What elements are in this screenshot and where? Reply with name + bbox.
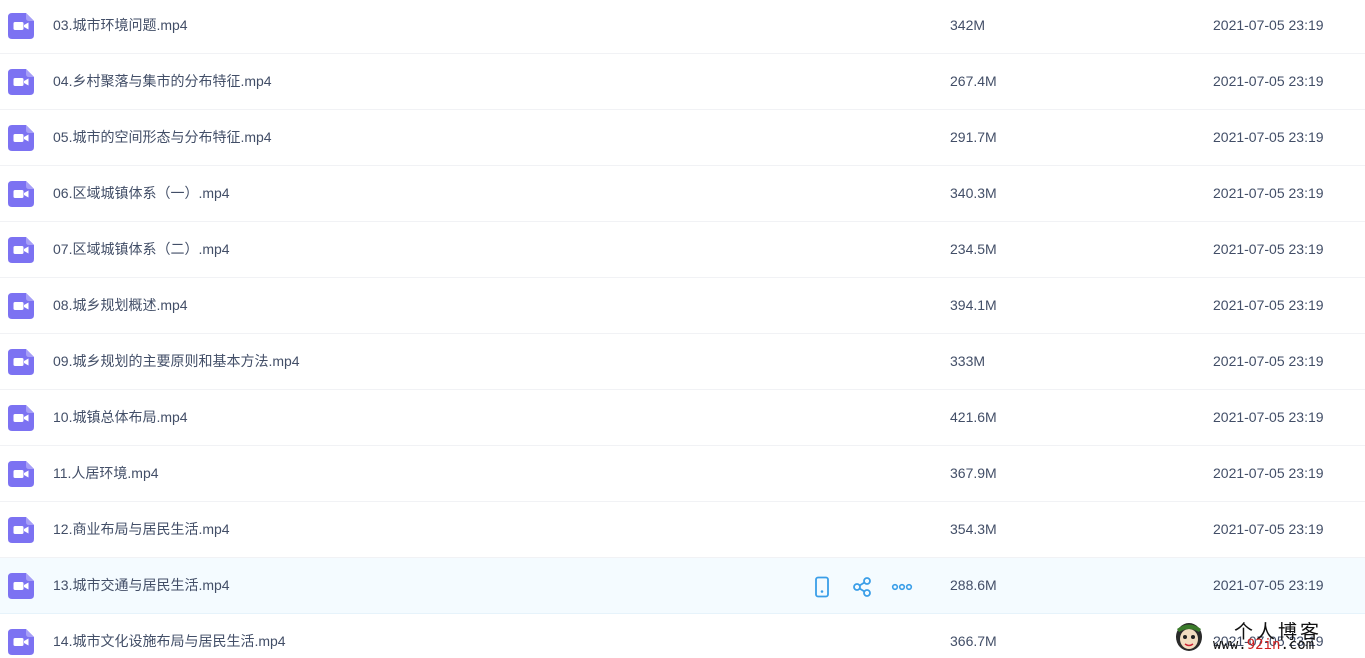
file-size: 333M — [950, 353, 986, 369]
file-modified-date: 2021-07-05 23:19 — [1213, 577, 1324, 593]
file-row[interactable]: 11.人居环境.mp4 367.9M 2021-07-05 23:19 — [0, 446, 1365, 502]
file-name-link[interactable]: 08.城乡规划概述.mp4 — [53, 295, 188, 315]
file-name-link[interactable]: 12.商业布局与居民生活.mp4 — [53, 519, 230, 539]
watermark-url-highlight: 92in — [1246, 637, 1281, 653]
file-name-link[interactable]: 11.人居环境.mp4 — [53, 463, 159, 483]
video-file-icon — [8, 629, 34, 655]
file-row[interactable]: 13.城市交通与居民生活.mp4 288.6M 2021-07-05 23:19 — [0, 558, 1365, 614]
file-size: 342M — [950, 17, 986, 33]
file-modified-date: 2021-07-05 23:19 — [1213, 409, 1324, 425]
file-size: 367.9M — [950, 465, 997, 481]
video-file-icon — [8, 69, 34, 95]
file-row[interactable]: 07.区域城镇体系（二）.mp4 234.5M 2021-07-05 23:19 — [0, 222, 1365, 278]
video-file-icon — [8, 349, 34, 375]
send-to-phone-button[interactable] — [811, 576, 833, 598]
video-file-icon — [8, 517, 34, 543]
watermark: 个人博客 www.92in.com — [1170, 616, 1360, 656]
file-name-link[interactable]: 14.城市文化设施布局与居民生活.mp4 — [53, 631, 286, 651]
file-size: 288.6M — [950, 577, 997, 593]
file-name-link[interactable]: 10.城镇总体布局.mp4 — [53, 407, 188, 427]
file-size: 394.1M — [950, 297, 997, 313]
file-modified-date: 2021-07-05 23:19 — [1213, 465, 1324, 481]
file-name-link[interactable]: 09.城乡规划的主要原则和基本方法.mp4 — [53, 351, 300, 371]
video-file-icon — [8, 573, 34, 599]
file-modified-date: 2021-07-05 23:19 — [1213, 353, 1324, 369]
file-list: 03.城市环境问题.mp4 342M 2021-07-05 23:19 04.乡村聚落… — [0, 0, 1365, 658]
file-size: 267.4M — [950, 73, 997, 89]
file-modified-date: 2021-07-05 23:19 — [1213, 185, 1324, 201]
file-name-link[interactable]: 03.城市环境问题.mp4 — [53, 15, 188, 35]
file-size: 340.3M — [950, 185, 997, 201]
video-file-icon — [8, 181, 34, 207]
file-row[interactable]: 09.城乡规划的主要原则和基本方法.mp4 333M 2021-07-05 23:1… — [0, 334, 1365, 390]
file-size: 366.7M — [950, 633, 997, 649]
file-row[interactable]: 14.城市文化设施布局与居民生活.mp4 366.7M 2021-07-05 23:… — [0, 614, 1365, 658]
more-icon — [891, 583, 913, 602]
file-name-link[interactable]: 04.乡村聚落与集市的分布特征.mp4 — [53, 71, 272, 91]
file-row[interactable]: 05.城市的空间形态与分布特征.mp4 291.7M 2021-07-05 23:1… — [0, 110, 1365, 166]
file-modified-date: 2021-07-05 23:19 — [1213, 297, 1324, 313]
file-row[interactable]: 12.商业布局与居民生活.mp4 354.3M 2021-07-05 23:19 — [0, 502, 1365, 558]
file-name-link[interactable]: 07.区域城镇体系（二）.mp4 — [53, 239, 230, 259]
file-size: 291.7M — [950, 129, 997, 145]
video-file-icon — [8, 13, 34, 39]
file-modified-date: 2021-07-05 23:19 — [1213, 521, 1324, 537]
video-file-icon — [8, 405, 34, 431]
watermark-url-suffix: .com — [1280, 637, 1315, 653]
file-size: 234.5M — [950, 241, 997, 257]
video-file-icon — [8, 293, 34, 319]
video-file-icon — [8, 237, 34, 263]
avatar-icon — [1176, 623, 1202, 651]
file-row[interactable]: 04.乡村聚落与集市的分布特征.mp4 267.4M 2021-07-05 23:1… — [0, 54, 1365, 110]
file-size: 354.3M — [950, 521, 997, 537]
share-button[interactable] — [851, 576, 873, 598]
file-modified-date: 2021-07-05 23:19 — [1213, 73, 1324, 89]
file-modified-date: 2021-07-05 23:19 — [1213, 129, 1324, 145]
file-name-link[interactable]: 06.区域城镇体系（一）.mp4 — [53, 183, 230, 203]
watermark-url: www.92in.com — [1213, 637, 1314, 653]
file-row[interactable]: 06.区域城镇体系（一）.mp4 340.3M 2021-07-05 23:19 — [0, 166, 1365, 222]
file-modified-date: 2021-07-05 23:19 — [1213, 241, 1324, 257]
video-file-icon — [8, 461, 34, 487]
share-icon — [851, 577, 873, 602]
video-file-icon — [8, 125, 34, 151]
file-name-link[interactable]: 05.城市的空间形态与分布特征.mp4 — [53, 127, 272, 147]
file-row[interactable]: 08.城乡规划概述.mp4 394.1M 2021-07-05 23:19 — [0, 278, 1365, 334]
file-modified-date: 2021-07-05 23:19 — [1213, 17, 1324, 33]
phone-icon — [811, 576, 833, 602]
file-name-link[interactable]: 13.城市交通与居民生活.mp4 — [53, 575, 230, 595]
file-row[interactable]: 03.城市环境问题.mp4 342M 2021-07-05 23:19 — [0, 0, 1365, 54]
watermark-url-prefix: www. — [1213, 637, 1247, 653]
file-size: 421.6M — [950, 409, 997, 425]
file-row[interactable]: 10.城镇总体布局.mp4 421.6M 2021-07-05 23:19 — [0, 390, 1365, 446]
more-button[interactable] — [891, 576, 913, 598]
